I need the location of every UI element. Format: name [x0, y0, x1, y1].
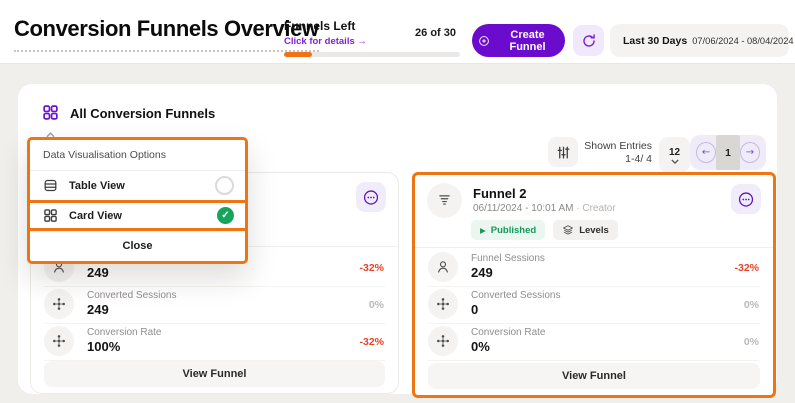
funnels-left-progressbar	[284, 52, 460, 57]
page-size-value: 12	[669, 147, 680, 158]
data-visualisation-popup: Data Visualisation Options Table View Ca…	[27, 137, 248, 264]
page-size-select[interactable]: 12	[659, 137, 690, 173]
card-menu-button[interactable]	[356, 182, 386, 212]
stat-converted-sessions: Converted Sessions 249 0%	[44, 287, 385, 324]
stat-value: 0%	[471, 339, 490, 354]
funnel-icon	[427, 183, 462, 218]
card-meta: 06/11/2024 - 10:01 AM · Creator	[473, 203, 616, 214]
levels-badge[interactable]: Levels	[553, 220, 618, 240]
radio-checked-icon[interactable]: ✓	[217, 207, 234, 224]
stat-change: 0%	[369, 299, 384, 311]
popup-close-button[interactable]: Close	[30, 231, 245, 261]
view-funnel-button[interactable]: View Funnel	[428, 363, 760, 389]
play-icon: ▶	[480, 226, 486, 235]
sliders-icon	[556, 145, 571, 160]
all-funnels-panel: All Conversion Funnels Shown Entries 1-4…	[18, 84, 777, 394]
published-label: Published	[491, 225, 536, 236]
grid-icon	[43, 208, 58, 223]
view-funnel-button[interactable]: View Funnel	[44, 361, 385, 387]
network-icon	[428, 326, 458, 356]
previous-page-button[interactable]: ←	[696, 142, 716, 163]
stat-label: Converted Sessions	[87, 290, 177, 301]
network-icon	[428, 289, 458, 319]
card-title: Funnel 2	[473, 186, 526, 201]
refresh-button[interactable]	[573, 25, 604, 56]
page-title: Conversion Funnels Overview	[14, 16, 319, 52]
create-funnel-label: Create Funnel	[496, 29, 559, 53]
option-table-view[interactable]: Table View	[30, 171, 245, 200]
funnels-left-count: 26 of 30	[415, 27, 456, 39]
person-icon	[428, 252, 458, 282]
plus-circle-icon	[478, 34, 490, 48]
network-icon	[44, 289, 74, 319]
stat-value: 249	[87, 265, 109, 280]
stat-converted-sessions: Converted Sessions 0 0%	[428, 287, 760, 324]
stat-label: Converted Sessions	[471, 290, 561, 301]
chevron-down-icon	[671, 159, 679, 164]
published-badge: ▶ Published	[471, 220, 545, 240]
funnels-left-progress-fill	[284, 52, 312, 57]
card-menu-button[interactable]	[731, 184, 761, 214]
card-date: 06/11/2024 - 10:01 AM	[473, 203, 573, 214]
dots-menu-icon	[737, 190, 755, 209]
stat-value: 249	[471, 265, 493, 280]
funnels-left-widget: Funnels Left Click for details → 26 of 3…	[284, 19, 460, 57]
top-header: Conversion Funnels Overview Funnels Left…	[0, 0, 795, 64]
stat-value: 0	[471, 302, 478, 317]
stat-change: 0%	[744, 299, 759, 311]
dots-menu-icon	[362, 188, 380, 207]
stat-change: -32%	[734, 262, 759, 274]
levels-label: Levels	[579, 225, 609, 236]
card-stats: Funnel Sessions 249 -32% Converted Sessi…	[428, 250, 760, 361]
table-icon	[43, 178, 58, 193]
funnel-card-2: Funnel 2 06/11/2024 - 10:01 AM · Creator…	[412, 172, 776, 398]
card-stats: 249 -32% Converted Sessions 249 0% Conve…	[44, 250, 385, 361]
stat-conversion-rate: Conversion Rate 100% -32%	[44, 324, 385, 361]
current-page[interactable]: 1	[716, 135, 740, 170]
card-creator: · Creator	[576, 203, 615, 214]
refresh-icon	[581, 33, 597, 49]
stat-value: 249	[87, 302, 109, 317]
layers-icon	[562, 224, 574, 236]
stat-change: -32%	[359, 262, 384, 274]
date-range-picker[interactable]: Last 30 Days 07/06/2024 - 08/04/2024	[610, 24, 789, 57]
stat-funnel-sessions: Funnel Sessions 249 -32%	[428, 250, 760, 287]
next-page-button[interactable]: →	[740, 142, 760, 163]
date-preset-label: Last 30 Days	[623, 35, 687, 47]
conversion-funnels-page: Conversion Funnels Overview Funnels Left…	[0, 0, 795, 403]
pagination: ← 1 →	[690, 135, 766, 170]
stat-label: Conversion Rate	[471, 327, 545, 338]
stat-label: Funnel Sessions	[471, 253, 545, 264]
date-range-value: 07/06/2024 - 08/04/2024	[692, 36, 793, 46]
option-label: Table View	[69, 180, 125, 192]
stat-change: -32%	[359, 336, 384, 348]
shown-entries-value: 1-4/ 4	[570, 153, 652, 166]
popup-title: Data Visualisation Options	[30, 140, 245, 171]
stat-value: 100%	[87, 339, 120, 354]
network-icon	[44, 326, 74, 356]
shown-entries-label: Shown Entries	[570, 140, 652, 153]
radio-unchecked-icon[interactable]	[215, 176, 234, 195]
divider	[415, 247, 773, 248]
card-badges: ▶ Published Levels	[471, 220, 618, 240]
panel-title: All Conversion Funnels	[70, 106, 215, 121]
option-card-view[interactable]: Card View ✓	[27, 200, 248, 231]
grid-icon[interactable]	[42, 104, 59, 126]
shown-entries: Shown Entries 1-4/ 4	[570, 140, 652, 166]
create-funnel-button[interactable]: Create Funnel	[472, 24, 565, 57]
stat-change: 0%	[744, 336, 759, 348]
stat-label: Conversion Rate	[87, 327, 161, 338]
option-label: Card View	[69, 210, 122, 222]
stat-conversion-rate: Conversion Rate 0% 0%	[428, 324, 760, 361]
